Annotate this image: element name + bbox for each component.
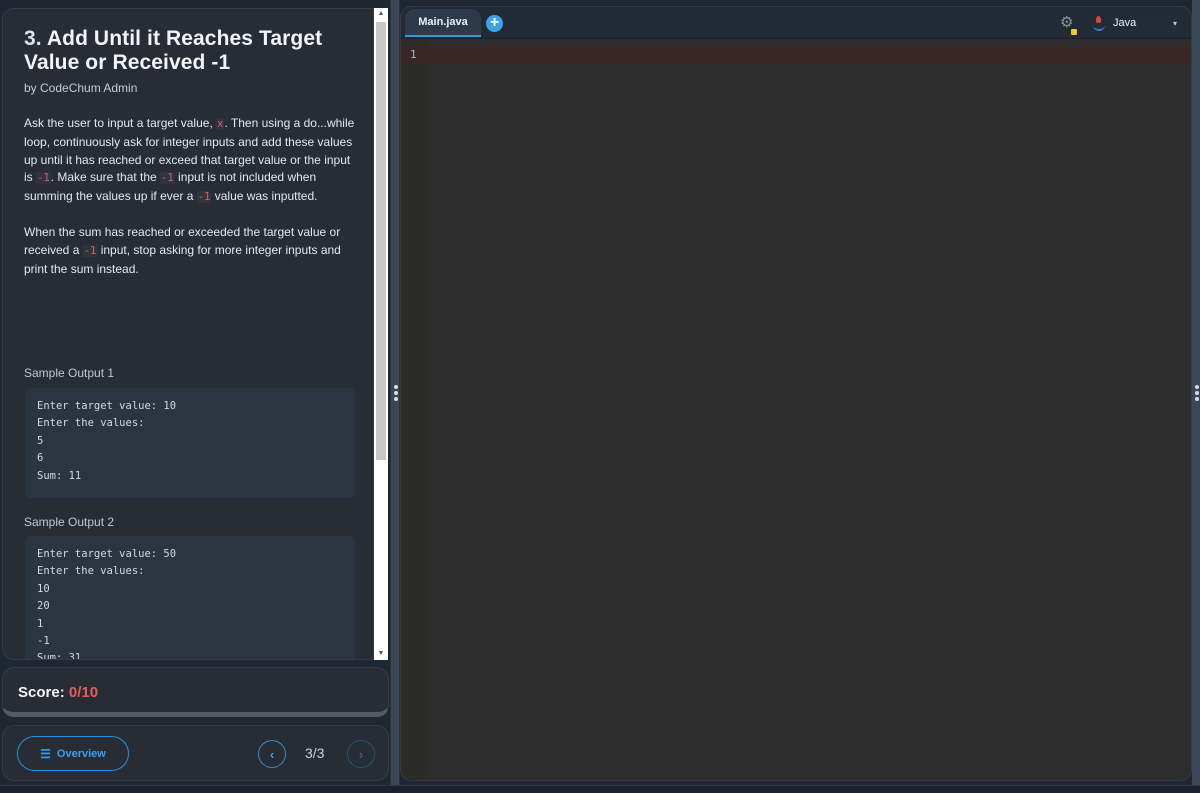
sample-output-1: Enter target value: 10 Enter the values:… [25, 388, 355, 498]
sample-output-1-label: Sample Output 1 [24, 366, 115, 380]
sample-line: -1 [37, 635, 50, 648]
line-gutter [401, 40, 429, 780]
code-editor-panel: Main.java + ⚙ Java ▾ 1 [400, 6, 1192, 781]
line-number: 1 [410, 48, 417, 61]
sample-line: Sum: 31 [37, 652, 82, 660]
score-card: Score: 0/10 [2, 667, 389, 717]
problem-title: 3. Add Until it Reaches Target Value or … [24, 27, 359, 75]
sample-line: Enter target value: 50 [37, 548, 177, 560]
plus-icon: + [489, 14, 500, 31]
bottom-bar [0, 785, 1200, 793]
score-label: Score: [18, 684, 69, 701]
sample-line: Enter target value: 10 [37, 400, 177, 412]
editor-tab-bar: Main.java + ⚙ Java ▾ [401, 7, 1191, 39]
problem-title-text: Add Until it Reaches Target Value or Rec… [24, 27, 323, 74]
active-line-highlight [401, 46, 1191, 64]
scroll-down-arrow-icon[interactable]: ▼ [377, 650, 385, 658]
problem-panel: 3. Add Until it Reaches Target Value or … [2, 8, 374, 660]
inline-code: -1 [36, 172, 51, 185]
next-problem-button[interactable]: › [347, 740, 375, 768]
language-select[interactable]: Java ▾ [1087, 11, 1183, 35]
add-file-button[interactable]: + [486, 15, 503, 32]
inline-code: -1 [160, 172, 175, 185]
chevron-left-icon: ‹ [269, 746, 275, 762]
inline-code: -1 [196, 191, 212, 204]
problem-number: 3. [24, 27, 42, 50]
sample-line: Sum: 11 [37, 469, 82, 482]
score-value: 0/10 [68, 684, 99, 701]
chevron-down-icon: ▾ [1172, 18, 1177, 28]
problem-navigation: ☰ Overview ‹ 3/3 › [2, 725, 389, 781]
drag-handle-icon [394, 385, 398, 403]
hamburger-icon: ☰ [40, 746, 51, 761]
problem-content: 3. Add Until it Reaches Target Value or … [24, 27, 359, 296]
overview-label: Overview [56, 747, 106, 760]
drag-handle-icon [1195, 385, 1199, 403]
sample-line: 10 [37, 582, 50, 595]
sample-output-2: Enter target value: 50 Enter the values:… [25, 536, 355, 660]
sample-line: 20 [37, 600, 50, 613]
sample-output-2-label: Sample Output 2 [24, 515, 115, 529]
problem-description: Ask the user to input a target value, x.… [24, 115, 359, 279]
problem-scrollbar[interactable]: ▲ ▼ [374, 8, 388, 660]
panel-resize-handle[interactable] [390, 0, 400, 793]
chevron-right-icon: › [358, 746, 364, 762]
description-paragraph-1: Ask the user to input a target value, x.… [24, 116, 355, 204]
sample-line: 1 [37, 617, 44, 630]
previous-problem-button[interactable]: ‹ [258, 740, 286, 768]
language-label: Java [1113, 17, 1137, 29]
scroll-up-arrow-icon[interactable]: ▲ [377, 10, 385, 18]
right-resize-handle[interactable] [1192, 0, 1200, 793]
inline-code: x [216, 118, 225, 130]
tab-main-java[interactable]: Main.java [405, 9, 481, 37]
score-display: Score: 0/10 [18, 684, 98, 701]
sample-line: Enter the values: [37, 417, 145, 430]
description-paragraph-2: When the sum has reached or exceeded the… [24, 225, 341, 277]
scrollbar-thumb[interactable] [376, 22, 386, 460]
code-input[interactable]: 1 [401, 40, 1191, 780]
sample-line: Enter the values: [37, 565, 145, 578]
overview-button[interactable]: ☰ Overview [17, 736, 129, 771]
sample-line: 5 [37, 434, 44, 447]
lock-icon [1071, 29, 1077, 35]
sample-line: 6 [37, 452, 44, 465]
java-icon [1093, 16, 1105, 31]
page-indicator: 3/3 [305, 745, 325, 761]
inline-code: -1 [82, 245, 98, 258]
app-root: 3. Add Until it Reaches Target Value or … [0, 0, 1200, 793]
problem-author: by CodeChum Admin [24, 81, 138, 95]
